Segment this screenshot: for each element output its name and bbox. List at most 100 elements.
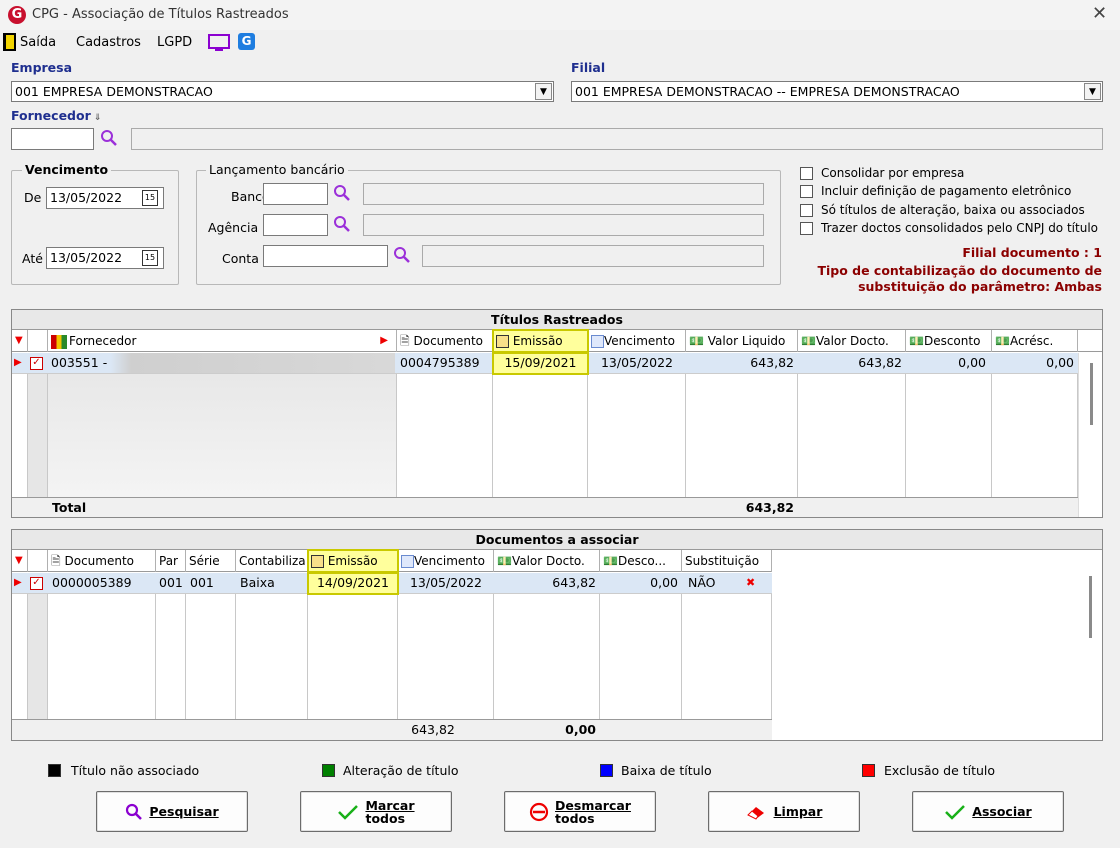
search-icon[interactable] bbox=[393, 246, 411, 267]
legend-swatch-exclusao bbox=[862, 764, 875, 777]
col-header-desconto[interactable]: 💵Desco... bbox=[600, 550, 682, 572]
col-header-serie[interactable]: Série bbox=[186, 550, 236, 572]
chevron-down-icon[interactable]: ▼ bbox=[1084, 83, 1101, 100]
consolidar-checkbox[interactable] bbox=[800, 167, 813, 180]
exit-door-icon[interactable] bbox=[3, 33, 16, 51]
search-icon[interactable] bbox=[333, 184, 351, 205]
contabiliza-cell: Baixa bbox=[240, 575, 275, 590]
documentos-row[interactable]: ▶ ✓ 0000005389 001 001 Baixa 14/09/2021 … bbox=[12, 572, 772, 595]
total-valor-docto: 643,82 bbox=[411, 722, 455, 737]
col-header-documento[interactable]: 🗎 Documento bbox=[48, 550, 156, 572]
lancamento-legend: Lançamento bancário bbox=[206, 162, 348, 177]
marcar-todos-button[interactable]: Marcar todos bbox=[300, 791, 452, 832]
window-title: CPG - Associação de Títulos Rastreados bbox=[32, 7, 289, 22]
titulos-header: ▼ Fornecedor ▶ 🗎 Documento Emissão Vencim… bbox=[12, 329, 1102, 353]
row-checkbox[interactable]: ✓ bbox=[30, 577, 43, 590]
chevron-down-icon[interactable]: ▼ bbox=[535, 83, 552, 100]
menu-cadastros[interactable]: Cadastros bbox=[76, 35, 141, 50]
legend-swatch-nao-associado bbox=[48, 764, 61, 777]
banco-input[interactable] bbox=[263, 183, 328, 205]
filial-select[interactable]: 001 EMPRESA DEMONSTRACAO -- EMPRESA DEMO… bbox=[571, 81, 1103, 102]
filial-value: 001 EMPRESA DEMONSTRACAO -- EMPRESA DEMO… bbox=[575, 84, 960, 99]
legend-alteracao: Alteração de título bbox=[343, 763, 459, 778]
empresa-value: 001 EMPRESA DEMONSTRACAO bbox=[15, 84, 213, 99]
sort-indicator-icon: ▼ bbox=[12, 330, 28, 352]
fornecedor-cell: 003551 - bbox=[51, 353, 395, 373]
so-titulos-checkbox[interactable] bbox=[800, 204, 813, 217]
col-header-valor-liquido[interactable]: 💵 Valor Liquido bbox=[686, 330, 798, 352]
empresa-select[interactable]: 001 EMPRESA DEMONSTRACAO ▼ bbox=[11, 81, 554, 102]
col-header-par[interactable]: Par bbox=[156, 550, 186, 572]
checkmark-icon bbox=[338, 804, 359, 820]
search-icon[interactable] bbox=[100, 129, 118, 150]
close-icon[interactable]: ✕ bbox=[1092, 3, 1107, 24]
valor-liquido-cell: 643,82 bbox=[750, 355, 794, 370]
col-header-acresc[interactable]: 💵Acrésc. bbox=[992, 330, 1078, 352]
pagamento-eletronico-checkbox[interactable] bbox=[800, 185, 813, 198]
total-desconto: 0,00 bbox=[565, 722, 596, 737]
desconto-cell: 0,00 bbox=[958, 355, 986, 370]
calendar-icon[interactable]: 15 bbox=[142, 190, 158, 206]
search-icon[interactable] bbox=[333, 215, 351, 236]
select-header bbox=[28, 330, 48, 352]
ate-label: Até bbox=[22, 251, 43, 266]
pesquisar-button[interactable]: Pesquisar bbox=[96, 791, 248, 832]
conta-label: Conta bbox=[222, 251, 259, 266]
checkmark-icon bbox=[945, 804, 966, 820]
documentos-total-row: 643,82 0,00 bbox=[12, 719, 772, 740]
documentos-scrollbar[interactable] bbox=[1078, 552, 1102, 740]
col-header-vencimento[interactable]: Vencimento bbox=[398, 550, 494, 572]
titulos-scrollbar[interactable] bbox=[1078, 353, 1102, 517]
filial-documento-info: Filial documento : 1 bbox=[962, 245, 1102, 260]
delete-icon[interactable]: ✖ bbox=[746, 573, 755, 593]
agencia-input[interactable] bbox=[263, 214, 328, 236]
total-label: Total bbox=[52, 500, 87, 515]
col-header-vencimento[interactable]: Vencimento bbox=[588, 330, 686, 352]
so-titulos-label: Só títulos de alteração, baixa ou associ… bbox=[821, 203, 1085, 217]
vencimento-cell: 13/05/2022 bbox=[600, 355, 674, 370]
conta-input[interactable] bbox=[263, 245, 388, 267]
documento-cell: 0000005389 bbox=[52, 575, 132, 590]
banco-name-input bbox=[363, 183, 764, 205]
col-header-valor-docto[interactable]: 💵Valor Docto. bbox=[798, 330, 906, 352]
tipo-contabilizacao-info-2: substituição do parâmetro: Ambas bbox=[858, 279, 1102, 294]
col-header-documento[interactable]: 🗎 Documento bbox=[397, 330, 493, 352]
col-header-valor-docto[interactable]: 💵Valor Docto. bbox=[494, 550, 600, 572]
filial-label: Filial bbox=[571, 60, 606, 75]
conta-name-input bbox=[422, 245, 764, 267]
desmarcar-todos-button[interactable]: Desmarcar todos bbox=[504, 791, 656, 832]
search-icon bbox=[126, 803, 143, 820]
menu-lgpd[interactable]: LGPD bbox=[157, 35, 192, 50]
limpar-button[interactable]: Limpar bbox=[708, 791, 860, 832]
monitor-icon[interactable] bbox=[208, 34, 230, 55]
calendar-icon[interactable]: 15 bbox=[142, 250, 158, 266]
fornecedor-label: Fornecedor ⇓ bbox=[11, 108, 102, 123]
current-row-indicator-icon: ▶ bbox=[14, 577, 22, 588]
col-header-emissao[interactable]: Emissão bbox=[492, 329, 589, 353]
agencia-label: Agência bbox=[208, 220, 259, 235]
acresc-cell: 0,00 bbox=[1046, 355, 1074, 370]
trazer-doctos-label: Trazer doctos consolidados pelo CNPJ do … bbox=[821, 221, 1098, 235]
fornecedor-code-input[interactable] bbox=[11, 128, 94, 150]
valor-docto-cell: 643,82 bbox=[858, 355, 902, 370]
titulos-grid-title: Títulos Rastreados bbox=[12, 310, 1102, 330]
arrow-right-icon: ▶ bbox=[380, 335, 388, 346]
legend-exclusao: Exclusão de título bbox=[884, 763, 996, 778]
vencimento-legend: Vencimento bbox=[22, 162, 112, 177]
col-header-emissao[interactable]: Emissão bbox=[307, 549, 399, 573]
col-header-substituicao[interactable]: Substituição bbox=[682, 550, 772, 572]
col-header-desconto[interactable]: 💵Desconto bbox=[906, 330, 992, 352]
menu-saida[interactable]: Saída bbox=[20, 35, 56, 50]
trazer-doctos-checkbox[interactable] bbox=[800, 222, 813, 235]
emissao-cell: 15/09/2021 bbox=[492, 352, 589, 375]
titulos-row[interactable]: ▶ ✓ 003551 - 0004795389 15/09/2021 13/05… bbox=[12, 352, 1078, 375]
col-header-contabiliza[interactable]: Contabiliza bbox=[236, 550, 308, 572]
emissao-cell: 14/09/2021 bbox=[307, 572, 399, 595]
col-header-fornecedor[interactable]: Fornecedor ▶ bbox=[48, 330, 397, 352]
associar-button[interactable]: Associar bbox=[912, 791, 1064, 832]
row-checkbox[interactable]: ✓ bbox=[30, 357, 43, 370]
g-app-icon[interactable]: G bbox=[238, 33, 255, 50]
fornecedor-name-input bbox=[131, 128, 1103, 150]
eraser-icon bbox=[746, 806, 764, 820]
vencimento-cell: 13/05/2022 bbox=[409, 575, 483, 590]
